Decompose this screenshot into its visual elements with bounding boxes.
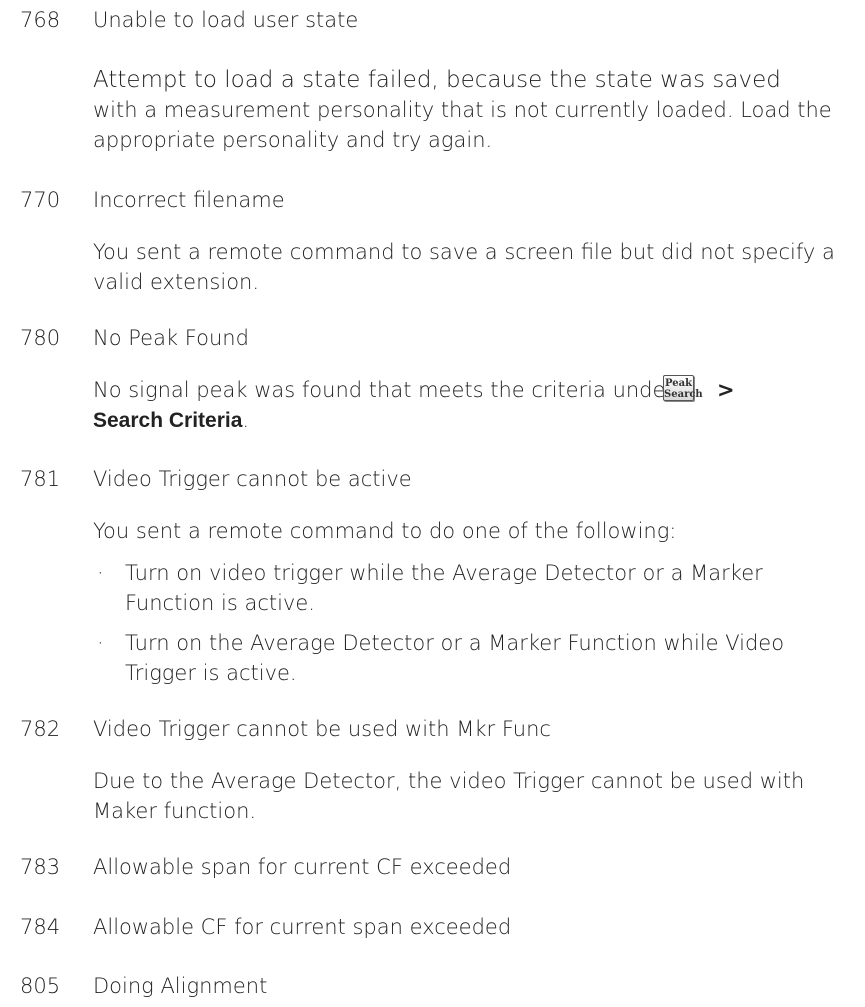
- description-text: No signal peak was found that meets the …: [93, 378, 675, 402]
- description-suffix: .: [242, 408, 250, 432]
- error-title: Video Trigger cannot be used with Mkr Fu…: [93, 717, 551, 741]
- bullet-list: · Turn on video trigger while the Averag…: [93, 558, 853, 698]
- error-description: Due to the Average Detector, the video T…: [93, 766, 853, 826]
- description-text: You sent a remote command to save a scre…: [93, 240, 835, 294]
- list-item-text: Turn on video trigger while the Average …: [125, 561, 763, 615]
- error-description: Attempt to load a state failed, because …: [93, 65, 853, 155]
- bullet-marker: ·: [97, 631, 104, 655]
- menu-path-bold: Search Criteria: [93, 409, 243, 432]
- menu-separator: >: [717, 378, 735, 402]
- bullet-marker: ·: [97, 561, 104, 585]
- error-title: Video Trigger cannot be active: [93, 467, 412, 491]
- peak-search-key-icon: Peak Search: [663, 375, 703, 401]
- error-code: 770: [20, 188, 61, 212]
- description-text: with a measurement personality that is n…: [93, 98, 832, 152]
- error-description: You sent a remote command to do one of t…: [93, 516, 853, 546]
- error-title: Doing Alignment: [93, 974, 268, 998]
- description-line: Attempt to load a state failed, because …: [93, 67, 781, 93]
- description-text: You sent a remote command to do one of t…: [93, 519, 677, 543]
- error-code: 805: [20, 974, 61, 998]
- error-code: 768: [20, 8, 61, 32]
- error-description: You sent a remote command to save a scre…: [93, 237, 853, 297]
- list-item-text: Turn on the Average Detector or a Marker…: [125, 631, 785, 685]
- list-item: · Turn on video trigger while the Averag…: [93, 558, 853, 618]
- list-item: · Turn on the Average Detector or a Mark…: [93, 628, 853, 688]
- error-title: Incorrect filename: [93, 188, 285, 212]
- error-description: No signal peak was found that meets the …: [93, 375, 853, 435]
- error-title: Allowable span for current CF exceeded: [93, 855, 512, 879]
- error-title: Unable to load user state: [93, 8, 359, 32]
- error-code: 782: [20, 717, 61, 741]
- error-code: 781: [20, 467, 61, 491]
- key-label-line1: Peak: [664, 378, 693, 389]
- error-code: 784: [20, 915, 61, 939]
- error-code: 780: [20, 326, 61, 350]
- description-text: Due to the Average Detector, the video T…: [93, 769, 805, 823]
- error-title: Allowable CF for current span exceeded: [93, 915, 512, 939]
- error-code: 783: [20, 855, 61, 879]
- error-title: No Peak Found: [93, 326, 249, 350]
- key-label-line2: Search: [664, 389, 703, 400]
